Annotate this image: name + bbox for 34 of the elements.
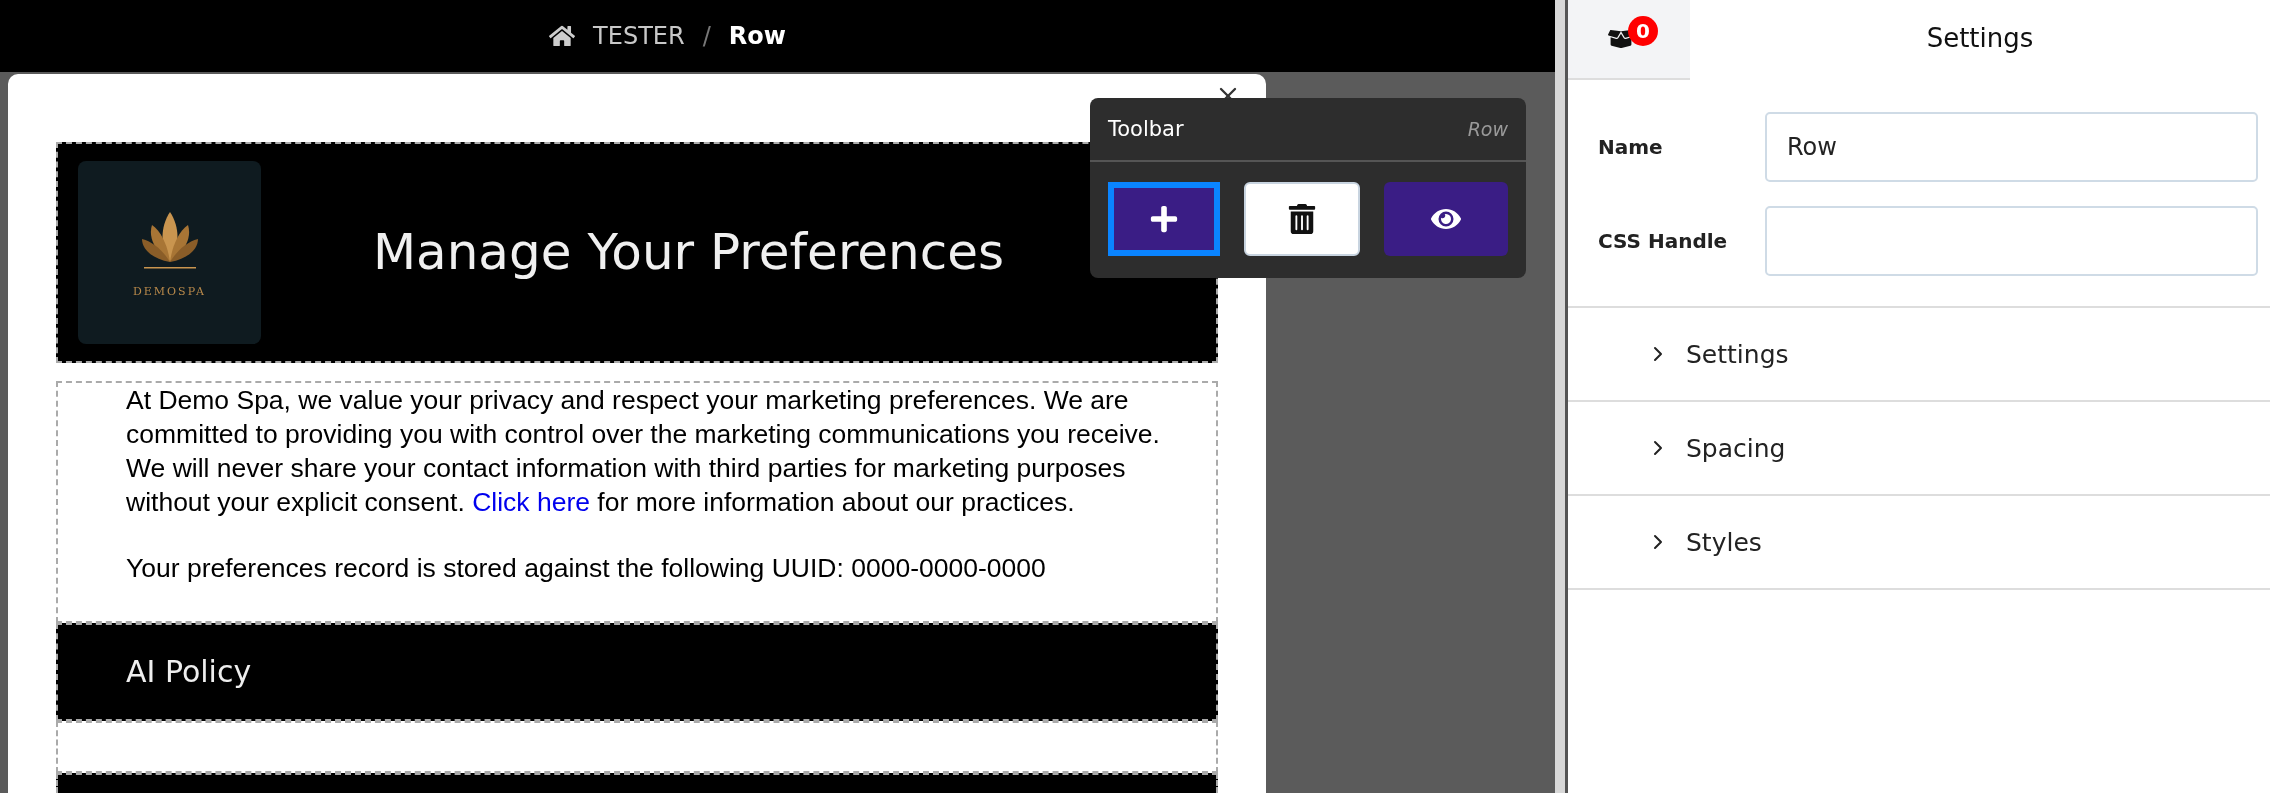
blocks-tab[interactable]: 0	[1568, 0, 1690, 80]
accordion-header[interactable]: Spacing	[1568, 402, 2270, 496]
next-row[interactable]	[56, 773, 1218, 793]
section-row[interactable]: AI Policy	[56, 622, 1218, 721]
accordion-header[interactable]: Styles	[1568, 496, 2270, 590]
field-label: Name	[1598, 135, 1664, 159]
panel-title: Settings	[1925, 22, 2035, 55]
text-field[interactable]	[1765, 206, 2258, 276]
home-icon[interactable]	[549, 23, 576, 49]
email-title: Manage Your Preferences	[371, 223, 1006, 282]
scrollbar[interactable]	[1555, 0, 1568, 793]
add-button[interactable]	[1108, 182, 1220, 256]
click-here-link[interactable]: Click here	[472, 486, 590, 517]
field-label: CSS Handle	[1598, 229, 1729, 253]
toolbar-context: Row	[1467, 118, 1508, 140]
trash-icon	[1287, 204, 1317, 234]
breadcrumb-link[interactable]: TESTER	[593, 22, 685, 50]
uuid-text: Your preferences record is stored against the following UUID: 0000-0000-0000	[126, 551, 1047, 585]
breadcrumb-separator: /	[702, 22, 711, 50]
header-row[interactable]: DEMOSPA Manage Your Preferences	[56, 142, 1218, 363]
breadcrumb-current: Row	[728, 22, 786, 50]
preview-button[interactable]	[1384, 182, 1508, 256]
logo-text: DEMOSPA	[133, 284, 206, 298]
accordion-label: Settings	[1686, 339, 1789, 369]
accordion-header[interactable]: Settings	[1568, 308, 2270, 402]
plus-icon	[1149, 204, 1179, 234]
accordion-label: Spacing	[1686, 433, 1786, 463]
text-field[interactable]: Row	[1765, 112, 2258, 182]
toolbar-title: Toolbar	[1108, 117, 1184, 141]
section-title: AI Policy	[126, 654, 252, 690]
delete-button[interactable]	[1244, 182, 1360, 256]
accordion-label: Styles	[1686, 527, 1762, 557]
count-badge: 0	[1628, 16, 1658, 46]
privacy-paragraph: At Demo Spa, we value your privacy and respect your marketing preferences. We are committed to providing you with control over the marketing communications you receive. We will never share your contact information with third parties for marketing purposes without your explicit consent. Click here for more information about our practices.	[126, 383, 1161, 519]
